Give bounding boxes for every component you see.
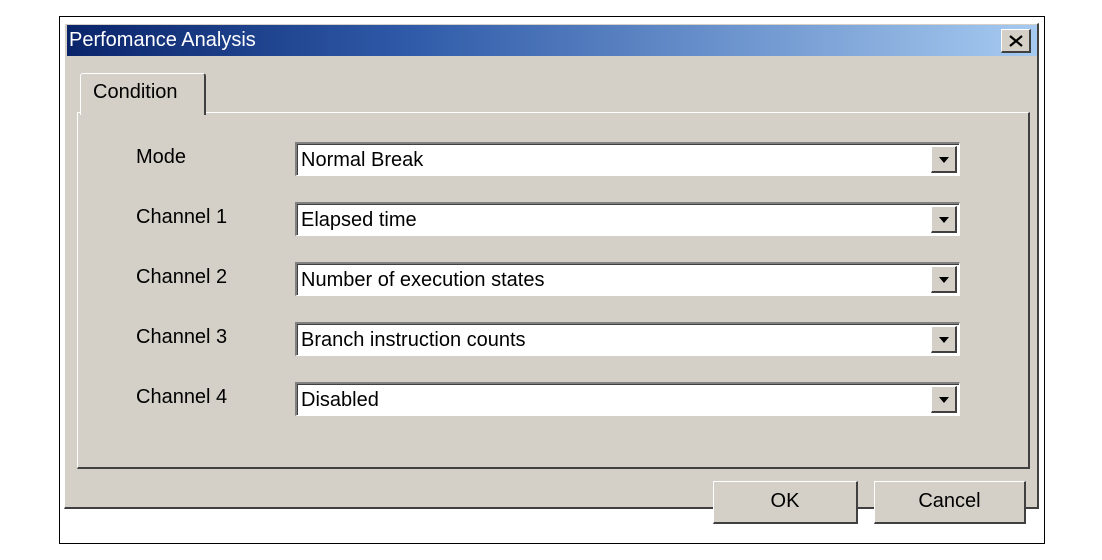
- chevron-down-icon: [939, 277, 949, 283]
- channel-2-value: Number of execution states: [301, 269, 545, 291]
- channel-1-dropdown-button[interactable]: [931, 206, 957, 233]
- close-icon: [1009, 35, 1023, 47]
- channel-1-combobox[interactable]: Elapsed time: [295, 202, 960, 236]
- tab-condition-label: Condition: [93, 81, 178, 103]
- channel-4-label: Channel 4: [136, 386, 228, 408]
- channel-3-dropdown-button[interactable]: [931, 326, 957, 353]
- window-title: Perfomance Analysis: [69, 29, 256, 51]
- mode-label: Mode: [136, 146, 187, 168]
- channel-4-value: Disabled: [301, 389, 379, 411]
- channel-2-label: Channel 2: [136, 266, 228, 288]
- channel-4-combobox[interactable]: Disabled: [295, 382, 960, 416]
- chevron-down-icon: [939, 397, 949, 403]
- chevron-down-icon: [939, 217, 949, 223]
- performance-analysis-dialog: Perfomance Analysis Condition Mode Norma…: [64, 23, 1039, 524]
- ok-button[interactable]: OK: [713, 481, 858, 524]
- mode-dropdown-button[interactable]: [931, 146, 957, 173]
- chevron-down-icon: [939, 337, 949, 343]
- channel-1-label: Channel 1: [136, 206, 228, 228]
- channel-4-dropdown-button[interactable]: [931, 386, 957, 413]
- chevron-down-icon: [939, 157, 949, 163]
- channel-3-value: Branch instruction counts: [301, 329, 526, 351]
- channel-2-dropdown-button[interactable]: [931, 266, 957, 293]
- channel-1-value: Elapsed time: [301, 209, 417, 231]
- title-bar[interactable]: Perfomance Analysis: [67, 25, 1037, 56]
- channel-3-combobox[interactable]: Branch instruction counts: [295, 322, 960, 356]
- close-button[interactable]: [1001, 29, 1031, 53]
- channel-3-label: Channel 3: [136, 326, 228, 348]
- mode-combobox[interactable]: Normal Break: [295, 142, 960, 176]
- cancel-button[interactable]: Cancel: [874, 481, 1026, 524]
- tab-condition[interactable]: Condition: [80, 73, 206, 115]
- mode-value: Normal Break: [301, 149, 424, 171]
- condition-panel: Mode Normal Break Channel 1 Elapsed time…: [77, 112, 1030, 469]
- channel-2-combobox[interactable]: Number of execution states: [295, 262, 960, 296]
